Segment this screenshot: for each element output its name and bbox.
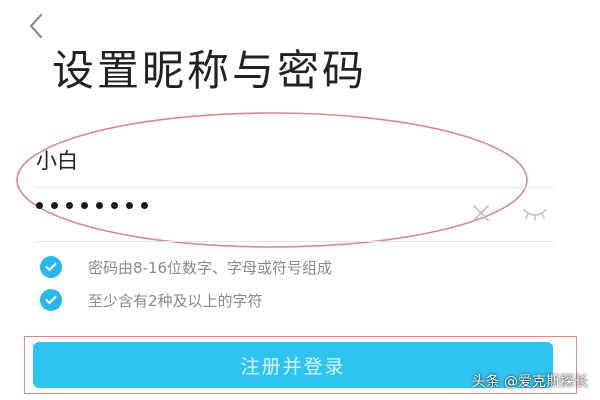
password-dot (36, 202, 43, 209)
rule-text: 至少含有2种及以上的字符 (88, 291, 263, 310)
watermark: 头条 @爱克斯探长 (471, 374, 588, 390)
clear-password-button[interactable] (470, 202, 492, 224)
toggle-password-visibility-button[interactable] (522, 205, 548, 223)
password-dot (141, 202, 148, 209)
password-dot (81, 202, 88, 209)
password-field[interactable] (36, 202, 148, 209)
check-circle-icon (40, 289, 62, 311)
nickname-input[interactable] (36, 142, 516, 178)
annotation-ellipse (16, 112, 528, 248)
rule-text: 密码由8-16位数字、字母或符号组成 (88, 258, 333, 277)
password-rule-length: 密码由8-16位数字、字母或符号组成 (40, 256, 332, 278)
password-dot (66, 202, 73, 209)
password-dot (51, 202, 58, 209)
password-dot (126, 202, 133, 209)
password-dot (96, 202, 103, 209)
check-circle-icon (40, 256, 62, 278)
password-dot (111, 202, 118, 209)
nickname-divider (34, 187, 554, 188)
chevron-left-icon (29, 13, 43, 39)
page-title: 设置昵称与密码 (52, 46, 368, 95)
clear-x-icon (473, 205, 489, 221)
back-button[interactable] (18, 8, 54, 44)
password-rule-charset: 至少含有2种及以上的字符 (40, 289, 263, 311)
password-divider (34, 241, 554, 242)
eye-closed-icon (523, 209, 547, 221)
register-and-login-label: 注册并登录 (240, 355, 346, 378)
